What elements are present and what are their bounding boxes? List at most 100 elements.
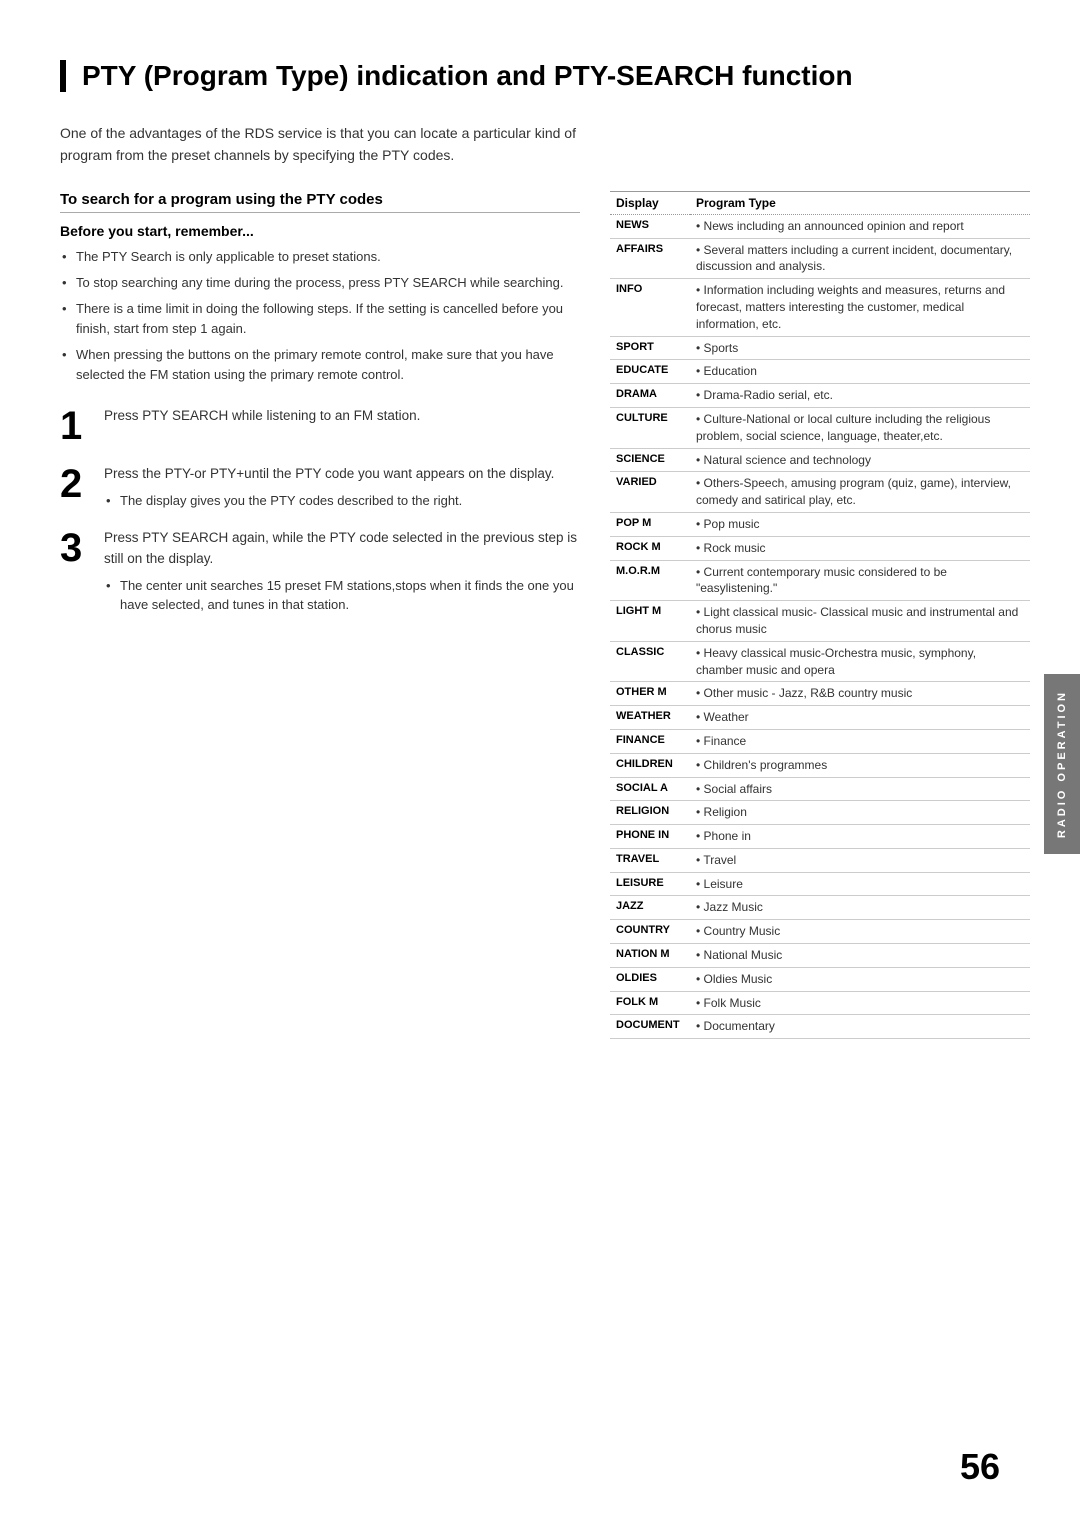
table-row: CHILDREN• Children's programmes [610, 753, 1030, 777]
table-row: DOCUMENT• Documentary [610, 1015, 1030, 1039]
pty-table-body: NEWS• News including an announced opinio… [610, 214, 1030, 1038]
display-code: DOCUMENT [610, 1015, 690, 1039]
display-code: RELIGION [610, 801, 690, 825]
program-type-desc: • Heavy classical music-Orchestra music,… [690, 641, 1030, 682]
section-heading: To search for a program using the PTY co… [60, 191, 580, 213]
display-code: TRAVEL [610, 848, 690, 872]
program-type-desc: • Leisure [690, 872, 1030, 896]
table-row: LEISURE• Leisure [610, 872, 1030, 896]
program-type-desc: • Children's programmes [690, 753, 1030, 777]
program-type-desc: • Education [690, 360, 1030, 384]
program-type-desc: • Pop music [690, 512, 1030, 536]
page-title: PTY (Program Type) indication and PTY-SE… [82, 60, 1030, 92]
table-row: WEATHER• Weather [610, 706, 1030, 730]
display-code: AFFAIRS [610, 238, 690, 279]
table-row: FINANCE• Finance [610, 729, 1030, 753]
step-text: Press PTY SEARCH again, while the PTY co… [104, 528, 580, 570]
bullet-item: There is a time limit in doing the follo… [60, 299, 580, 339]
table-row: LIGHT M• Light classical music- Classica… [610, 601, 1030, 642]
step-number: 2 [60, 464, 90, 504]
bullet-item: To stop searching any time during the pr… [60, 273, 580, 293]
program-type-desc: • Documentary [690, 1015, 1030, 1039]
bullet-list: The PTY Search is only applicable to pre… [60, 247, 580, 386]
table-row: ROCK M• Rock music [610, 536, 1030, 560]
display-code: NATION M [610, 944, 690, 968]
left-column: To search for a program using the PTY co… [60, 191, 580, 633]
display-code: FINANCE [610, 729, 690, 753]
table-row: OLDIES• Oldies Music [610, 967, 1030, 991]
program-type-desc: • Natural science and technology [690, 448, 1030, 472]
program-type-desc: • Rock music [690, 536, 1030, 560]
display-code: INFO [610, 279, 690, 336]
display-code: NEWS [610, 214, 690, 238]
display-code: LEISURE [610, 872, 690, 896]
display-code: COUNTRY [610, 920, 690, 944]
table-header-type: Program Type [690, 191, 1030, 214]
step-content: Press PTY SEARCH again, while the PTY co… [104, 528, 580, 615]
display-code: VARIED [610, 472, 690, 513]
subsection-heading: Before you start, remember... [60, 223, 580, 239]
table-row: SOCIAL A• Social affairs [610, 777, 1030, 801]
page-title-bar: PTY (Program Type) indication and PTY-SE… [60, 60, 1030, 92]
step: 2 Press the PTY-or PTY+until the PTY code… [60, 464, 580, 510]
display-code: LIGHT M [610, 601, 690, 642]
step-content: Press PTY SEARCH while listening to an F… [104, 406, 580, 433]
table-row: EDUCATE• Education [610, 360, 1030, 384]
page-number: 56 [960, 1446, 1000, 1488]
step: 1Press PTY SEARCH while listening to an … [60, 406, 580, 446]
table-row: VARIED• Others-Speech, amusing program (… [610, 472, 1030, 513]
table-row: CLASSIC• Heavy classical music-Orchestra… [610, 641, 1030, 682]
table-row: CULTURE• Culture-National or local cultu… [610, 407, 1030, 448]
display-code: JAZZ [610, 896, 690, 920]
program-type-desc: • Drama-Radio serial, etc. [690, 384, 1030, 408]
bullet-item: The PTY Search is only applicable to pre… [60, 247, 580, 267]
display-code: SCIENCE [610, 448, 690, 472]
content-columns: To search for a program using the PTY co… [60, 191, 1030, 1039]
display-code: POP M [610, 512, 690, 536]
display-code: CULTURE [610, 407, 690, 448]
step-text: Press the PTY-or PTY+until the PTY code … [104, 464, 580, 485]
table-row: RELIGION• Religion [610, 801, 1030, 825]
step-text: Press PTY SEARCH while listening to an F… [104, 406, 580, 427]
table-row: SPORT• Sports [610, 336, 1030, 360]
step: 3 Press PTY SEARCH again, while the PTY c… [60, 528, 580, 615]
step-sub-bullet: The center unit searches 15 preset FM st… [104, 576, 580, 615]
table-row: M.O.R.M• Current contemporary music cons… [610, 560, 1030, 601]
display-code: SOCIAL A [610, 777, 690, 801]
program-type-desc: • Light classical music- Classical music… [690, 601, 1030, 642]
table-row: COUNTRY• Country Music [610, 920, 1030, 944]
radio-operation-sidebar: RADIO OPERATION [1044, 674, 1080, 854]
display-code: DRAMA [610, 384, 690, 408]
step-number: 3 [60, 528, 90, 568]
pty-table: Display Program Type NEWS• News includin… [610, 191, 1030, 1039]
program-type-desc: • Culture-National or local culture incl… [690, 407, 1030, 448]
program-type-desc: • Oldies Music [690, 967, 1030, 991]
program-type-desc: • Travel [690, 848, 1030, 872]
program-type-desc: • Weather [690, 706, 1030, 730]
steps-container: 1Press PTY SEARCH while listening to an … [60, 406, 580, 615]
program-type-desc: • Others-Speech, amusing program (quiz, … [690, 472, 1030, 513]
right-column: Display Program Type NEWS• News includin… [610, 191, 1030, 1039]
display-code: FOLK M [610, 991, 690, 1015]
radio-operation-label: RADIO OPERATION [1056, 690, 1068, 838]
program-type-desc: • News including an announced opinion an… [690, 214, 1030, 238]
table-row: OTHER M• Other music - Jazz, R&B country… [610, 682, 1030, 706]
display-code: EDUCATE [610, 360, 690, 384]
program-type-desc: • Folk Music [690, 991, 1030, 1015]
program-type-desc: • Social affairs [690, 777, 1030, 801]
program-type-desc: • Phone in [690, 825, 1030, 849]
program-type-desc: • Finance [690, 729, 1030, 753]
table-row: FOLK M• Folk Music [610, 991, 1030, 1015]
program-type-desc: • Current contemporary music considered … [690, 560, 1030, 601]
table-row: AFFAIRS• Several matters including a cur… [610, 238, 1030, 279]
display-code: CLASSIC [610, 641, 690, 682]
display-code: WEATHER [610, 706, 690, 730]
page-container: PTY (Program Type) indication and PTY-SE… [0, 0, 1080, 1528]
program-type-desc: • Religion [690, 801, 1030, 825]
intro-text: One of the advantages of the RDS service… [60, 122, 620, 167]
table-row: NEWS• News including an announced opinio… [610, 214, 1030, 238]
table-row: POP M• Pop music [610, 512, 1030, 536]
program-type-desc: • Several matters including a current in… [690, 238, 1030, 279]
table-row: INFO• Information including weights and … [610, 279, 1030, 336]
display-code: OLDIES [610, 967, 690, 991]
